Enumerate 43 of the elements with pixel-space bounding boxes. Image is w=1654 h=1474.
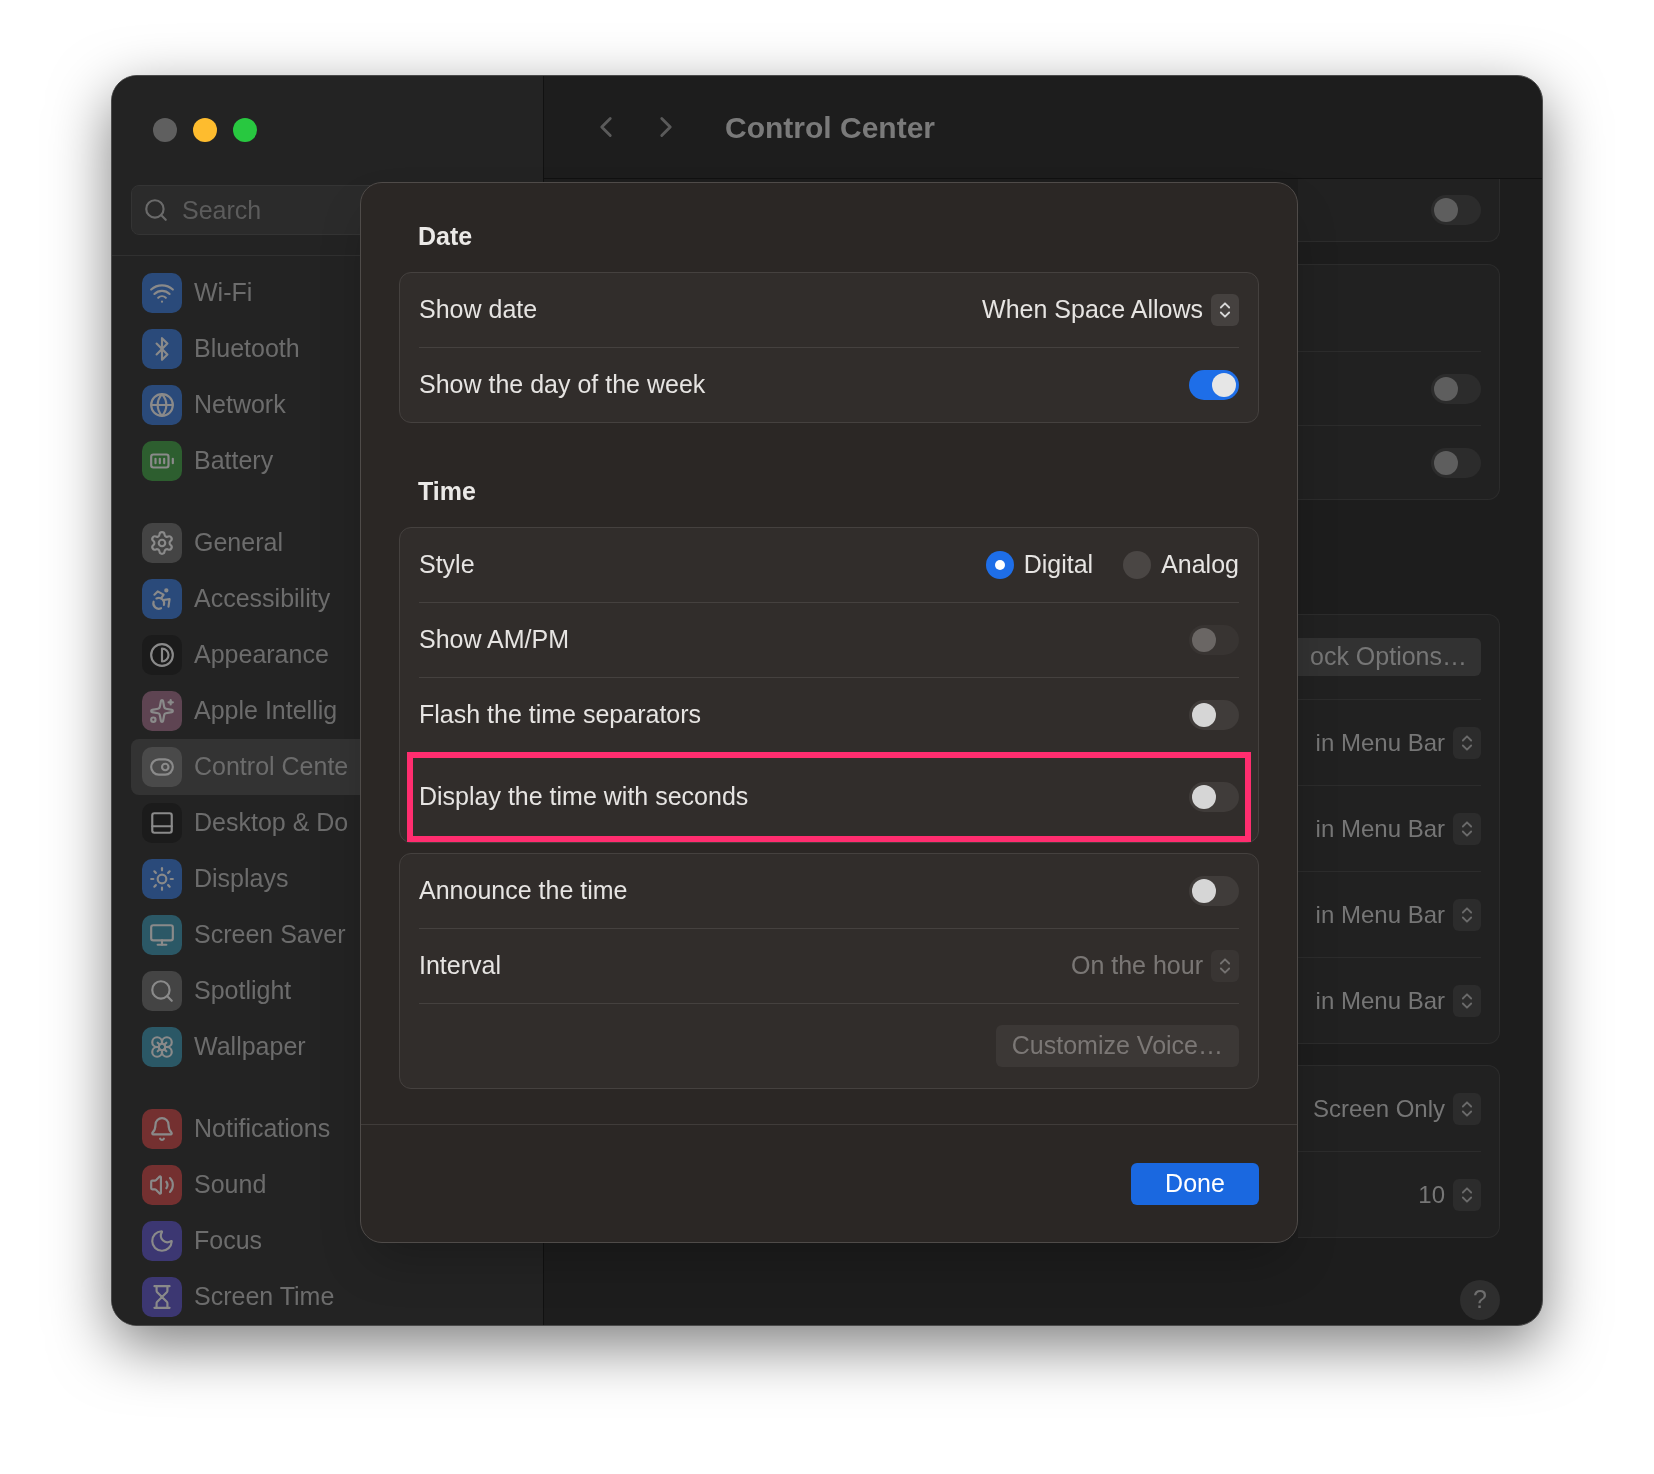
popup-value[interactable]: in Menu Bar [1315,982,1445,1019]
setting-label: Interval [419,950,501,982]
section-heading: Time [418,476,476,505]
stepper-icon [1453,726,1481,759]
toggle-switch[interactable] [1189,876,1239,906]
setting-label: Flash the time separators [419,699,702,731]
stepper-icon [1211,950,1239,982]
help-button[interactable]: ? [1460,1280,1500,1320]
popup-value[interactable]: 10 [1418,1176,1445,1213]
toggle-switch[interactable] [1189,369,1239,400]
window-title: Control Center [725,109,935,146]
sidebar-item[interactable]: Screen Time [131,1269,524,1325]
search-icon [143,197,169,224]
window-control[interactable] [193,118,217,142]
popup-menu[interactable]: When Space Allows [982,290,1239,329]
toggle-switch[interactable] [1189,782,1239,812]
radio-button[interactable] [985,551,1014,579]
stepper-icon [1453,812,1481,845]
radio-label: Analog [1161,549,1239,581]
toggle-switch[interactable] [1431,195,1481,225]
popup-value[interactable]: Screen Only [1312,1090,1445,1127]
setting-label: Show AM/PM [419,624,570,656]
done-button[interactable]: Done [1131,1162,1259,1205]
popup-value[interactable]: in Menu Bar [1315,724,1445,761]
setting-label: Show date [419,293,538,325]
section-heading: Date [418,222,473,250]
window-control[interactable] [233,118,257,142]
stepper-icon [1453,1178,1481,1211]
radio-label: Digital [1023,549,1094,581]
toggle-switch[interactable] [1431,447,1481,478]
popup-value[interactable]: in Menu Bar [1315,810,1445,847]
options-button[interactable]: ock Options… [1298,638,1481,676]
popup-value[interactable]: in Menu Bar [1315,896,1445,933]
stepper-icon [1453,1092,1481,1125]
stepper-icon [1453,984,1481,1017]
stepper-icon [1211,293,1239,326]
radio-button[interactable] [1123,551,1152,579]
setting-label: Show the day of the week [419,368,706,400]
setting-label: Announce the time [419,875,628,907]
toggle-switch[interactable] [1431,373,1481,404]
setting-label: Style [419,549,475,581]
stepper-icon [1453,898,1481,931]
toggle-switch[interactable] [1189,700,1239,730]
